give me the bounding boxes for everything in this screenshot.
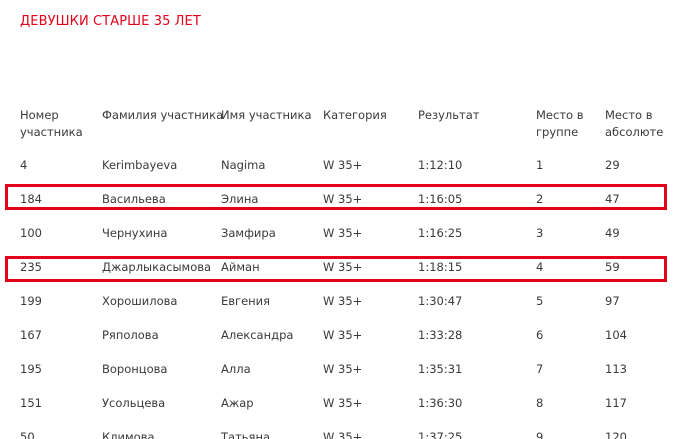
cell-overall-place: 59 bbox=[605, 260, 620, 274]
cell-overall-place: 97 bbox=[605, 294, 620, 308]
cell-last-name: Васильева bbox=[102, 192, 166, 206]
cell-last-name: Kerimbayeva bbox=[102, 158, 178, 172]
cell-bib-number: 100 bbox=[20, 226, 42, 240]
cell-bib-number: 235 bbox=[20, 260, 42, 274]
cell-overall-place: 104 bbox=[605, 328, 627, 342]
cell-result: 1:18:15 bbox=[418, 260, 463, 274]
cell-last-name: Усольцева bbox=[102, 396, 166, 410]
cell-overall-place: 120 bbox=[605, 430, 627, 439]
header-first-name: Имя участника bbox=[221, 108, 312, 122]
cell-first-name: Алла bbox=[221, 362, 251, 376]
table-row: 235 Джарлыкасымова Айман W 35+ 1:18:15 4… bbox=[0, 251, 684, 285]
cell-bib-number: 195 bbox=[20, 362, 42, 376]
cell-result: 1:36:30 bbox=[418, 396, 463, 410]
cell-result: 1:30:47 bbox=[418, 294, 463, 308]
results-table: Номер участника Фамилия участника Имя уч… bbox=[0, 105, 684, 439]
cell-overall-place: 49 bbox=[605, 226, 620, 240]
cell-category: W 35+ bbox=[323, 226, 363, 240]
header-bib-number: Номер участника bbox=[20, 108, 83, 139]
cell-category: W 35+ bbox=[323, 362, 363, 376]
header-category: Категория bbox=[323, 108, 387, 122]
table-header: Номер участника Фамилия участника Имя уч… bbox=[0, 105, 684, 149]
cell-category: W 35+ bbox=[323, 260, 363, 274]
cell-first-name: Айман bbox=[221, 260, 260, 274]
cell-result: 1:16:25 bbox=[418, 226, 463, 240]
cell-group-place: 1 bbox=[536, 158, 544, 172]
cell-category: W 35+ bbox=[323, 328, 363, 342]
cell-category: W 35+ bbox=[323, 294, 363, 308]
cell-group-place: 8 bbox=[536, 396, 544, 410]
cell-category: W 35+ bbox=[323, 396, 363, 410]
cell-result: 1:12:10 bbox=[418, 158, 463, 172]
cell-bib-number: 50 bbox=[20, 430, 35, 439]
cell-bib-number: 4 bbox=[20, 158, 28, 172]
cell-overall-place: 47 bbox=[605, 192, 620, 206]
cell-group-place: 6 bbox=[536, 328, 544, 342]
cell-first-name: Элина bbox=[221, 192, 259, 206]
table-row: 195 Воронцова Алла W 35+ 1:35:31 7 113 bbox=[0, 353, 684, 387]
cell-bib-number: 199 bbox=[20, 294, 42, 308]
cell-group-place: 9 bbox=[536, 430, 544, 439]
table-row: 50 Климова Татьяна W 35+ 1:37:25 9 120 bbox=[0, 421, 684, 439]
cell-first-name: Евгения bbox=[221, 294, 271, 308]
table-row: 184 Васильева Элина W 35+ 1:16:05 2 47 bbox=[0, 183, 684, 217]
table-row: 100 Чернухина Замфира W 35+ 1:16:25 3 49 bbox=[0, 217, 684, 251]
cell-group-place: 5 bbox=[536, 294, 544, 308]
header-overall-place: Место в абсолюте bbox=[605, 108, 664, 139]
cell-last-name: Ряполова bbox=[102, 328, 159, 342]
cell-first-name: Татьяна bbox=[221, 430, 271, 439]
cell-first-name: Ажар bbox=[221, 396, 254, 410]
header-result: Результат bbox=[418, 108, 480, 122]
cell-last-name: Джарлыкасымова bbox=[102, 260, 212, 274]
cell-category: W 35+ bbox=[323, 192, 363, 206]
cell-result: 1:37:25 bbox=[418, 430, 463, 439]
cell-last-name: Хорошилова bbox=[102, 294, 178, 308]
cell-bib-number: 151 bbox=[20, 396, 42, 410]
page-title: ДЕВУШКИ СТАРШЕ 35 ЛЕТ bbox=[20, 14, 201, 29]
cell-category: W 35+ bbox=[323, 158, 363, 172]
cell-last-name: Чернухина bbox=[102, 226, 168, 240]
cell-last-name: Воронцова bbox=[102, 362, 168, 376]
results-page: ДЕВУШКИ СТАРШЕ 35 ЛЕТ Номер участника Фа… bbox=[0, 0, 684, 439]
table-row: 199 Хорошилова Евгения W 35+ 1:30:47 5 9… bbox=[0, 285, 684, 319]
cell-first-name: Nagima bbox=[221, 158, 266, 172]
cell-overall-place: 117 bbox=[605, 396, 627, 410]
header-last-name: Фамилия участника bbox=[102, 108, 224, 122]
header-group-place: Место в группе bbox=[536, 108, 584, 139]
cell-overall-place: 113 bbox=[605, 362, 627, 376]
cell-group-place: 7 bbox=[536, 362, 544, 376]
cell-overall-place: 29 bbox=[605, 158, 620, 172]
cell-result: 1:35:31 bbox=[418, 362, 463, 376]
cell-group-place: 2 bbox=[536, 192, 544, 206]
table-row: 4 Kerimbayeva Nagima W 35+ 1:12:10 1 29 bbox=[0, 149, 684, 183]
table-row: 167 Ряполова Александра W 35+ 1:33:28 6 … bbox=[0, 319, 684, 353]
cell-group-place: 3 bbox=[536, 226, 544, 240]
cell-bib-number: 167 bbox=[20, 328, 42, 342]
cell-group-place: 4 bbox=[536, 260, 544, 274]
cell-category: W 35+ bbox=[323, 430, 363, 439]
cell-first-name: Замфира bbox=[221, 226, 276, 240]
cell-bib-number: 184 bbox=[20, 192, 42, 206]
cell-result: 1:16:05 bbox=[418, 192, 463, 206]
cell-result: 1:33:28 bbox=[418, 328, 463, 342]
cell-last-name: Климова bbox=[102, 430, 155, 439]
table-row: 151 Усольцева Ажар W 35+ 1:36:30 8 117 bbox=[0, 387, 684, 421]
cell-first-name: Александра bbox=[221, 328, 294, 342]
